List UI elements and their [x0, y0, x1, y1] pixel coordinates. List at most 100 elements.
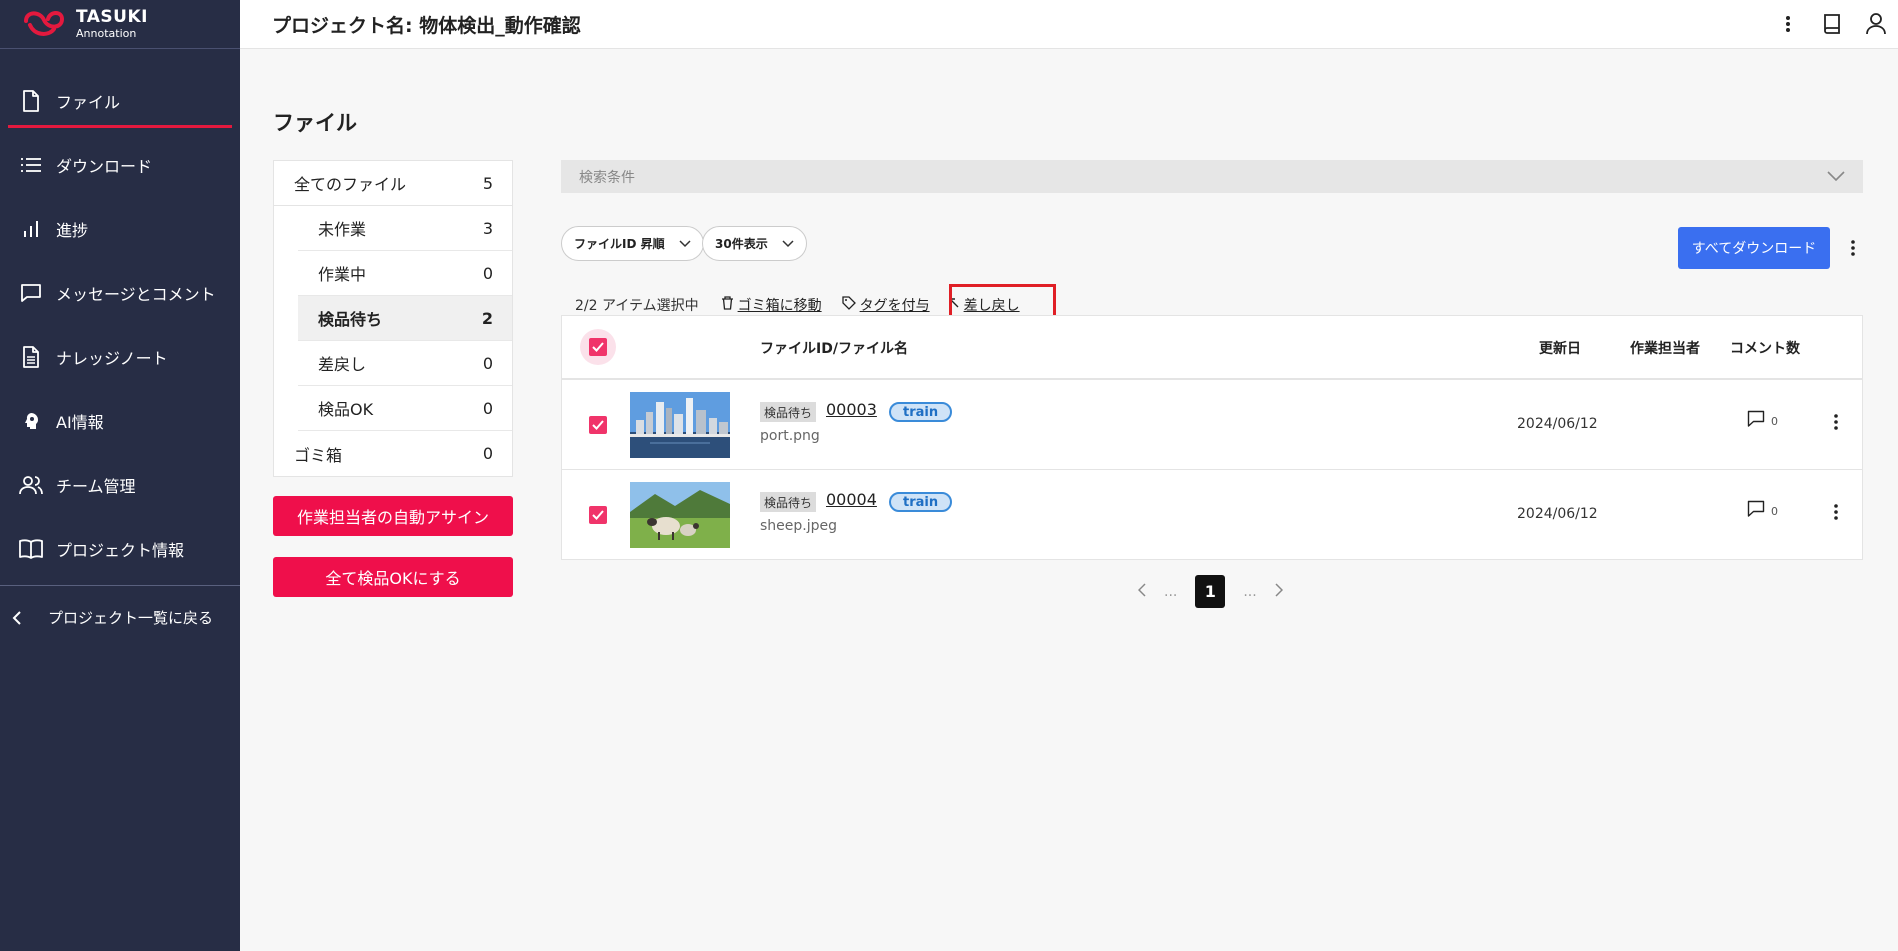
- manual-book-icon[interactable]: [1818, 10, 1846, 38]
- more-vertical-icon[interactable]: [1774, 10, 1802, 38]
- comment-count: 0: [1771, 415, 1778, 428]
- sidebar-item-label: メッセージとコメント: [56, 285, 216, 304]
- status-badge: 検品待ち: [760, 492, 817, 512]
- filter-count: 0: [482, 353, 493, 373]
- search-conditions-toggle[interactable]: 検索条件: [561, 160, 1863, 193]
- row-checkbox[interactable]: [589, 506, 607, 524]
- file-icon: [18, 88, 44, 114]
- filter-count: 0: [482, 398, 493, 418]
- comment-icon: [1747, 410, 1765, 427]
- filter-not-started[interactable]: 未作業 3: [298, 206, 512, 251]
- file-id-link[interactable]: 00003: [826, 400, 877, 419]
- all-inspection-ok-button[interactable]: 全て検品OKにする: [273, 557, 513, 597]
- user-account-icon[interactable]: [1862, 10, 1890, 38]
- project-title: プロジェクト名: 物体検出_動作確認: [272, 15, 581, 37]
- add-tag-button[interactable]: タグを付与: [841, 295, 930, 315]
- check-icon: [592, 420, 604, 430]
- sidebar-item-progress[interactable]: 進捗: [0, 197, 240, 261]
- sidebar-item-label: ダウンロード: [56, 157, 153, 176]
- add-tag-label: タグを付与: [859, 298, 930, 314]
- more-vertical-icon[interactable]: [1843, 238, 1863, 258]
- filter-count: 2: [481, 308, 493, 328]
- sheep-field-image: [630, 482, 730, 548]
- filter-label: 未作業: [318, 220, 367, 239]
- filter-inspection-ok[interactable]: 検品OK 0: [298, 386, 512, 431]
- sidebar-item-knowledge[interactable]: ナレッジノート: [0, 325, 240, 389]
- column-header-file: ファイルID/ファイル名: [760, 341, 908, 357]
- filter-label: 全てのファイル: [294, 175, 407, 194]
- move-to-trash-button[interactable]: ゴミ箱に移動: [721, 295, 822, 315]
- send-back-button[interactable]: 差し戻し: [948, 295, 1020, 315]
- filter-label: 作業中: [318, 265, 367, 284]
- sidebar-divider: [0, 585, 240, 586]
- filter-all-files[interactable]: 全てのファイル 5: [274, 161, 512, 206]
- check-icon: [592, 342, 604, 352]
- file-id-link[interactable]: 00004: [826, 490, 877, 509]
- top-bar: プロジェクト名: 物体検出_動作確認: [240, 0, 1898, 49]
- filter-trash[interactable]: ゴミ箱 0: [274, 431, 512, 476]
- ai-head-icon: [18, 408, 44, 434]
- file-name: sheep.jpeg: [760, 518, 838, 534]
- check-icon: [592, 510, 604, 520]
- thumbnail-sheep[interactable]: [630, 482, 730, 548]
- comment-count: 0: [1771, 505, 1778, 518]
- arrow-up-left-icon: [948, 297, 960, 313]
- port-city-image: [630, 392, 730, 458]
- per-page-select[interactable]: 30件表示: [702, 226, 807, 261]
- column-header-updated: 更新日: [1539, 341, 1581, 357]
- filter-in-progress[interactable]: 作業中 0: [298, 251, 512, 296]
- sidebar-item-label: ファイル: [56, 93, 121, 112]
- column-header-comments: コメント数: [1730, 341, 1800, 357]
- sidebar: TASUKI Annotation ファイル ダウンロード 進捗 メッセージとコ…: [0, 0, 240, 951]
- sidebar-item-label: プロジェクト情報: [56, 541, 185, 560]
- filter-count: 0: [482, 444, 493, 463]
- filter-label: 検品待ち: [318, 310, 383, 329]
- row-checkbox[interactable]: [589, 416, 607, 434]
- filter-label: 差戻し: [318, 355, 367, 374]
- status-badge: 検品待ち: [760, 402, 817, 422]
- auto-assign-button[interactable]: 作業担当者の自動アサイン: [273, 496, 513, 536]
- trash-icon: [721, 296, 734, 314]
- sidebar-item-messages[interactable]: メッセージとコメント: [0, 261, 240, 325]
- pagination: ... 1 ...: [1137, 575, 1283, 608]
- chevron-right-icon[interactable]: [1275, 582, 1283, 601]
- comment-count-button[interactable]: 0: [1747, 500, 1778, 518]
- logo[interactable]: TASUKI Annotation: [0, 0, 240, 49]
- sidebar-item-files[interactable]: ファイル: [0, 69, 240, 133]
- sidebar-item-download[interactable]: ダウンロード: [0, 133, 240, 197]
- comment-count-button[interactable]: 0: [1747, 410, 1778, 428]
- row-more-icon[interactable]: [1826, 412, 1846, 432]
- page-title: ファイル: [273, 111, 357, 135]
- chevron-left-icon[interactable]: [1137, 582, 1146, 601]
- tasuki-logo-icon: [24, 11, 65, 36]
- send-back-label: 差し戻し: [963, 298, 1020, 314]
- sidebar-item-ai[interactable]: AI情報: [0, 389, 240, 453]
- filter-returned[interactable]: 差戻し 0: [298, 341, 512, 386]
- filter-label: 検品OK: [318, 400, 374, 419]
- filter-count: 3: [482, 218, 493, 238]
- search-conditions-label: 検索条件: [579, 169, 635, 186]
- back-to-projects-link[interactable]: プロジェクト一覧に戻る: [12, 607, 213, 628]
- page-number-current[interactable]: 1: [1195, 575, 1226, 608]
- tag-icon: [841, 296, 856, 314]
- filter-awaiting-inspection[interactable]: 検品待ち 2: [298, 296, 512, 341]
- chevron-down-icon: [782, 237, 794, 251]
- sort-order-select[interactable]: ファイルID 昇順: [561, 226, 704, 261]
- select-all-checkbox[interactable]: [589, 338, 607, 356]
- sidebar-item-project-info[interactable]: プロジェクト情報: [0, 517, 240, 581]
- sidebar-item-label: 進捗: [56, 221, 89, 240]
- updated-date: 2024/06/12: [1517, 416, 1598, 432]
- download-all-button[interactable]: すべてダウンロード: [1678, 227, 1830, 269]
- sidebar-nav: ファイル ダウンロード 進捗 メッセージとコメント ナレッジノート AI情報 チ…: [0, 49, 240, 581]
- table-row[interactable]: 検品待ち 00003 train port.png 2024/06/12 0: [562, 380, 1862, 470]
- sidebar-item-team[interactable]: チーム管理: [0, 453, 240, 517]
- thumbnail-port[interactable]: [630, 392, 730, 458]
- tag-badge: train: [889, 492, 953, 512]
- logo-title: TASUKI: [76, 7, 148, 27]
- pagination-ellipsis: ...: [1243, 583, 1257, 600]
- bulk-action-bar: 2/2 アイテム選択中 ゴミ箱に移動 タグを付与 差し戻し: [575, 295, 1040, 315]
- message-icon: [18, 280, 44, 306]
- chart-icon: [18, 216, 44, 242]
- table-row[interactable]: 検品待ち 00004 train sheep.jpeg 2024/06/12 0: [562, 470, 1862, 560]
- row-more-icon[interactable]: [1826, 502, 1846, 522]
